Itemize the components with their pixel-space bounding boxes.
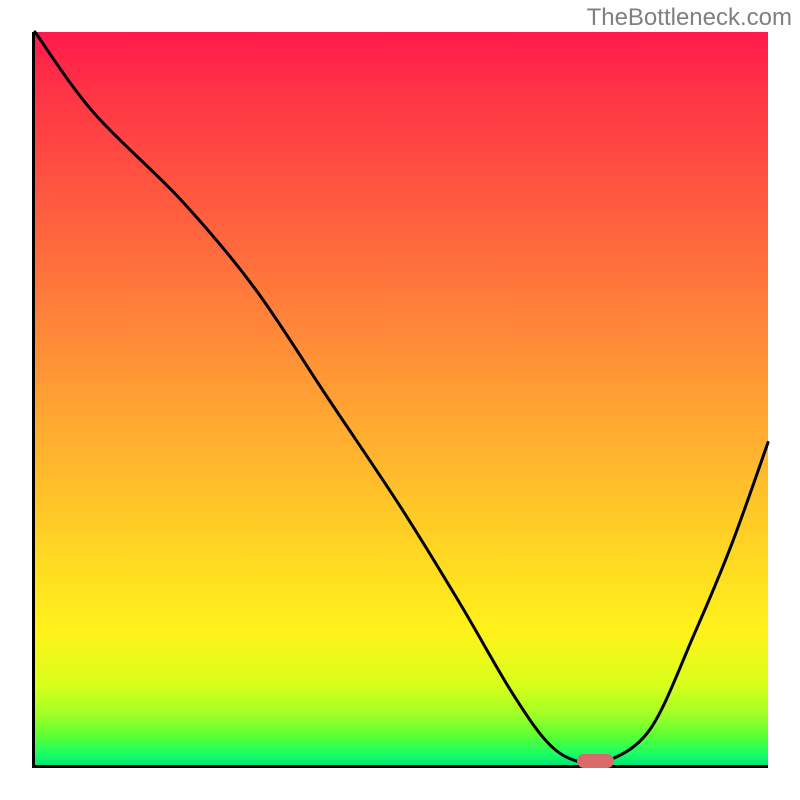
plot-area: [32, 32, 768, 768]
chart-container: TheBottleneck.com: [0, 0, 800, 800]
bottleneck-curve: [35, 32, 768, 765]
watermark-text: TheBottleneck.com: [587, 4, 792, 32]
minimum-marker: [577, 754, 614, 768]
